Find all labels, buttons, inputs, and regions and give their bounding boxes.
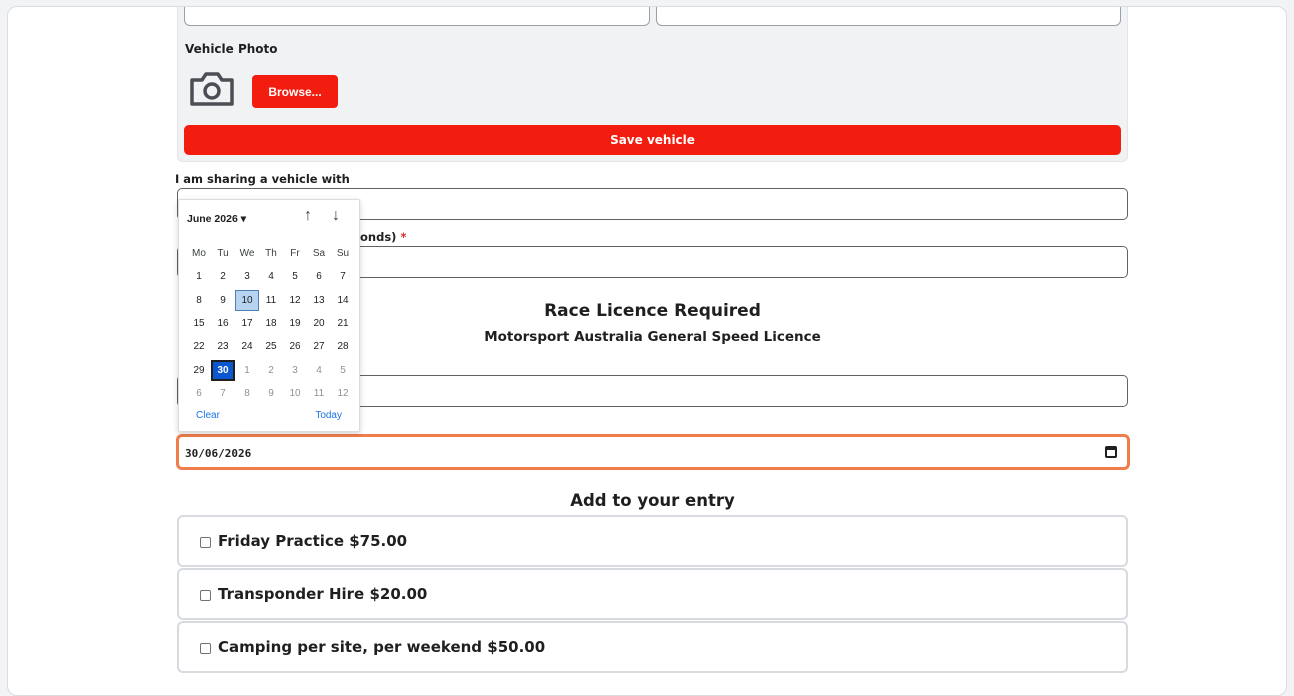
calendar-day[interactable]: 12 (331, 383, 355, 404)
weekday-label: We (239, 248, 255, 260)
clear-button[interactable]: Clear (196, 410, 220, 421)
calendar-day[interactable]: 30 (211, 359, 235, 381)
calendar-day[interactable]: 7 (331, 266, 355, 287)
calendar-day[interactable]: 29 (187, 360, 211, 381)
calendar-grid: Mo Tu We Th Fr Sa Su 1 2 3 4 5 6 7 8 9 10 11 12 13 14 15 16 17 1… (187, 242, 355, 405)
calendar-day[interactable]: 20 (307, 313, 331, 334)
calendar-day[interactable]: 27 (307, 336, 331, 357)
checkbox[interactable] (200, 643, 211, 654)
weekday-label: Fr (290, 248, 300, 260)
calendar-day[interactable]: 9 (211, 290, 235, 311)
calendar-day[interactable]: 28 (331, 336, 355, 357)
calendar-day[interactable]: 12 (283, 290, 307, 311)
weekday-label: Mo (192, 248, 206, 260)
vehicle-field-left[interactable] (184, 7, 650, 26)
calendar-week-row: 15 16 17 18 19 20 21 (187, 312, 355, 335)
calendar-day[interactable]: 22 (187, 336, 211, 357)
calendar-day[interactable]: 3 (235, 266, 259, 287)
addon-label: Friday Practice $75.00 (218, 532, 408, 550)
calendar-day[interactable]: 21 (331, 313, 355, 334)
calendar-week-row: 8 9 10 11 12 13 14 (187, 289, 355, 312)
checkbox[interactable] (200, 537, 211, 548)
calendar-week-row: 6 7 8 9 10 11 12 (187, 382, 355, 405)
vehicle-photo-label: Vehicle Photo (185, 42, 278, 56)
calendar-week-row: 29 30 1 2 3 4 5 (187, 358, 355, 381)
calendar-day[interactable]: 9 (259, 383, 283, 404)
calendar-day[interactable]: 8 (235, 383, 259, 404)
calendar-day[interactable]: 19 (283, 313, 307, 334)
licence-expiry-date-input[interactable]: 30/06/2026 (176, 434, 1130, 470)
calendar-day[interactable]: 11 (307, 383, 331, 404)
vehicle-panel: Vehicle Photo Browse... Save vehicle (177, 7, 1128, 162)
calendar-day[interactable]: 16 (211, 313, 235, 334)
next-month-arrow-icon[interactable]: ↓ (332, 207, 340, 225)
weekday-label: Th (265, 248, 277, 260)
vehicle-field-right[interactable] (656, 7, 1121, 26)
today-button[interactable]: Today (315, 410, 342, 421)
calendar-day[interactable]: 6 (307, 266, 331, 287)
month-selector[interactable]: June 2026 ▾ (187, 213, 246, 225)
calendar-day[interactable]: 2 (259, 360, 283, 381)
calendar-day[interactable]: 15 (187, 313, 211, 334)
calendar-day[interactable]: 17 (235, 313, 259, 334)
lap-time-label-fragment: onds) * (360, 230, 407, 244)
camera-icon (190, 72, 234, 106)
calendar-day[interactable]: 3 (283, 360, 307, 381)
weekday-label: Sa (312, 248, 326, 260)
calendar-day[interactable]: 10 (235, 289, 259, 311)
calendar-week-row: 1234567 (187, 265, 355, 288)
addons-heading: Add to your entry (570, 491, 735, 510)
calendar-week-row: 22 23 24 25 26 27 28 (187, 335, 355, 358)
date-value: 30/06/2026 (185, 447, 252, 460)
calendar-day[interactable]: 1 (235, 360, 259, 381)
calendar-day[interactable]: 5 (331, 360, 355, 381)
calendar-day[interactable]: 24 (235, 336, 259, 357)
calendar-day[interactable]: 2 (211, 266, 235, 287)
date-picker-popup: June 2026 ▾ ↑ ↓ Mo Tu We Th Fr Sa Su 1 2 3 4 5 6 7 8 9 1… (178, 199, 360, 432)
weekday-label: Su (336, 248, 350, 260)
calendar-day[interactable]: 10 (283, 383, 307, 404)
addon-transponder-hire[interactable]: Transponder Hire $20.00 (177, 568, 1128, 620)
browse-button[interactable]: Browse... (252, 75, 338, 108)
calendar-day[interactable]: 4 (307, 360, 331, 381)
weekday-header: Mo Tu We Th Fr Sa Su (187, 242, 355, 265)
calendar-day[interactable]: 8 (187, 290, 211, 311)
sharing-label: I am sharing a vehicle with (175, 172, 350, 186)
addon-camping[interactable]: Camping per site, per weekend $50.00 (177, 621, 1128, 673)
addon-friday-practice[interactable]: Friday Practice $75.00 (177, 515, 1128, 567)
calendar-day[interactable]: 7 (211, 383, 235, 404)
addon-label: Transponder Hire $20.00 (218, 585, 428, 603)
page-frame: Vehicle Photo Browse... Save vehicle I a… (7, 6, 1287, 696)
calendar-day[interactable]: 13 (307, 290, 331, 311)
save-vehicle-button[interactable]: Save vehicle (184, 125, 1121, 155)
weekday-label: Tu (217, 248, 229, 260)
calendar-day[interactable]: 5 (283, 266, 307, 287)
calendar-day[interactable]: 23 (211, 336, 235, 357)
calendar-day[interactable]: 6 (187, 383, 211, 404)
calendar-day[interactable]: 11 (259, 290, 283, 311)
calendar-day[interactable]: 26 (283, 336, 307, 357)
previous-month-arrow-icon[interactable]: ↑ (304, 207, 312, 225)
addon-label: Camping per site, per weekend $50.00 (218, 638, 546, 656)
calendar-day[interactable]: 14 (331, 290, 355, 311)
checkbox[interactable] (200, 590, 211, 601)
calendar-day[interactable]: 18 (259, 313, 283, 334)
calendar-day[interactable]: 25 (259, 336, 283, 357)
calendar-day[interactable]: 1 (187, 266, 211, 287)
calendar-icon[interactable] (1105, 446, 1117, 458)
calendar-day[interactable]: 4 (259, 266, 283, 287)
